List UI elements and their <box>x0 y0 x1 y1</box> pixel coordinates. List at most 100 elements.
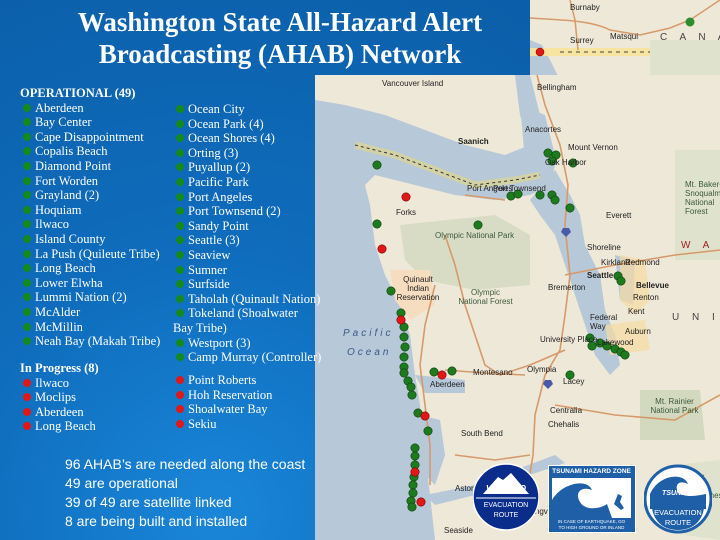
operational-site-item: Cape Disappointment <box>20 130 160 145</box>
operational-dot-icon <box>23 322 31 331</box>
operational-dot-icon <box>23 118 31 127</box>
tsunami-evacuation-route-sign: TSUNAMI EVACUATION ROUTE <box>643 464 713 534</box>
map-label-south-bend: South Bend <box>461 429 503 438</box>
operational-dot-icon <box>176 309 184 318</box>
tsunami-zone-footer1: IN CASE OF EARTHQUAKE, GO <box>557 519 626 524</box>
site-name: Copalis Beach <box>35 144 108 159</box>
operational-site-item: Lower Elwha <box>20 276 160 291</box>
map-label-quinault: Quinault Indian Reservation <box>396 275 440 302</box>
site-name: Taholah (Quinault Nation) <box>188 291 321 306</box>
site-name: Diamond Point <box>35 158 112 173</box>
site-name: Grayland (2) <box>35 188 100 203</box>
map-label-wash: W A S <box>681 240 720 251</box>
summary-line: 8 are being built and installed <box>65 513 248 529</box>
site-name: Moclips <box>35 390 76 405</box>
volcano-sign-line2: EVACUATION <box>483 502 529 509</box>
map-label-mount-vernon: Mount Vernon <box>568 143 618 152</box>
operational-dot-icon <box>23 293 31 302</box>
operational-site-item: Taholah (Quinault Nation) <box>173 291 321 307</box>
site-name: La Push (Quileute Tribe) <box>35 246 160 261</box>
tsunami-route-line1: TSUNAMI <box>662 490 694 497</box>
operational-dot-icon <box>23 220 31 229</box>
tsunami-route-line2: EVACUATION <box>654 508 702 517</box>
site-name: Ocean City <box>188 102 245 116</box>
map-label-redmond: Redmond <box>625 258 660 267</box>
operational-dot-icon <box>23 234 31 243</box>
in-progress-site-item: Hoh Reservation <box>173 388 272 403</box>
map-label-bellevue: Bellevue <box>636 281 669 290</box>
operational-site-item: Seaview <box>173 248 318 263</box>
site-name: Ocean Shores (4) <box>188 131 275 146</box>
site-name: Sekiu <box>188 416 217 431</box>
operational-dot-icon <box>23 278 31 287</box>
tsunami-route-line3: ROUTE <box>664 518 692 527</box>
map-label-forks: Forks <box>396 208 416 217</box>
in-progress-dot-icon <box>176 376 184 384</box>
map-label-university-place: University Place <box>540 335 598 344</box>
site-name: Fort Worden <box>35 173 98 188</box>
site-name: Puyallup (2) <box>188 160 251 175</box>
map-label-federal-way: Federal Way <box>590 313 618 331</box>
in-progress-site-item: Sekiu <box>173 417 272 432</box>
tsunami-wave-panel <box>552 478 631 518</box>
operational-dot-icon <box>176 265 184 274</box>
operational-dot-icon <box>23 103 31 112</box>
operational-site-item: Ilwaco <box>20 217 160 232</box>
operational-dot-icon <box>23 249 31 258</box>
site-name: Hoquiam <box>35 202 82 217</box>
operational-site-item: Ocean Shores (4) <box>173 131 318 146</box>
site-name: Port Townsend (2) <box>188 204 281 219</box>
site-name: Neah Bay (Makah Tribe) <box>35 334 161 349</box>
operational-site-item: Diamond Point <box>20 159 160 174</box>
operational-site-item: Neah Bay (Makah Tribe) <box>20 334 160 349</box>
operational-site-item: McMillin <box>20 320 160 335</box>
map-label-vancouver-island: Vancouver Island <box>382 79 444 88</box>
operational-site-item: Camp Murray (Controller) <box>173 350 321 365</box>
map-label-montesano: Montesano <box>473 368 513 377</box>
map-label-chehalis: Chehalis <box>548 420 580 429</box>
in-progress-dot-icon <box>23 393 31 402</box>
operational-site-item: Ocean Park (4) <box>173 117 318 132</box>
in-progress-site-item: Long Beach <box>20 419 99 434</box>
in-progress-list-col2: Point Roberts Hoh Reservation Shoalwater B… <box>173 373 272 431</box>
volcano-sign-line3: ROUTE <box>493 512 519 519</box>
summary-line: 96 AHAB’s are needed along the coast <box>65 456 306 472</box>
operational-dot-icon <box>176 163 184 172</box>
map-label-oak-harbor: Oak Harbor <box>545 158 587 167</box>
operational-dot-icon <box>176 250 184 259</box>
operational-dot-icon <box>176 207 184 216</box>
operational-list-col1: OPERATIONAL (49) Aberdeen Bay Center Cape … <box>20 86 160 349</box>
title-line-1: Washington State All-Hazard Alert <box>77 7 483 37</box>
operational-site-item: Long Beach <box>20 261 160 276</box>
operational-site-item: Westport (3) <box>173 336 318 351</box>
map-label-united: U N I T E <box>672 312 720 323</box>
site-name: Bay Center <box>35 115 92 130</box>
site-name: Seattle (3) <box>188 233 240 248</box>
map-label-pacific: Pacific <box>343 328 394 339</box>
map-label-shoreline: Shoreline <box>587 243 621 252</box>
tsunami-zone-footer2: TO HIGH GROUND OR INLAND <box>558 525 625 530</box>
operational-dot-icon <box>176 119 184 128</box>
site-name: Sandy Point <box>188 218 249 233</box>
site-name: Hoh Reservation <box>188 387 273 402</box>
slide-title: Washington State All-Hazard Alert Broadc… <box>0 6 560 70</box>
operational-dot-icon <box>176 177 184 186</box>
map-label-ocean: Ocean <box>347 347 392 358</box>
in-progress-dot-icon <box>23 422 31 431</box>
operational-list-col2: Ocean City Ocean Park (4) Ocean Shores (4)… <box>173 102 321 365</box>
site-name: McAlder <box>35 304 81 319</box>
operational-site-item: Hoquiam <box>20 203 160 218</box>
tsunami-wave-icon <box>552 483 624 518</box>
operational-site-item: Sandy Point <box>173 219 318 234</box>
ahab-network-map[interactable]: Vancouver Island Saanich Bellingham Anac… <box>315 75 720 540</box>
site-name: Aberdeen <box>35 404 84 419</box>
site-name: Aberdeen <box>35 100 84 115</box>
in-progress-site-item: Shoalwater Bay <box>173 402 272 417</box>
map-label-mbs-forest: Mt. Baker-Snoqualmie National Forest <box>685 180 720 216</box>
map-label-saanich: Saanich <box>458 137 489 146</box>
map-label-seaside: Seaside <box>444 526 473 535</box>
title-line-2: Broadcasting (AHAB) Network <box>98 39 462 69</box>
map-label-bellingham: Bellingham <box>537 83 577 92</box>
volcano-sign-line1: VOLCANO <box>486 484 526 493</box>
operational-site-item: La Push (Quileute Tribe) <box>20 247 160 262</box>
